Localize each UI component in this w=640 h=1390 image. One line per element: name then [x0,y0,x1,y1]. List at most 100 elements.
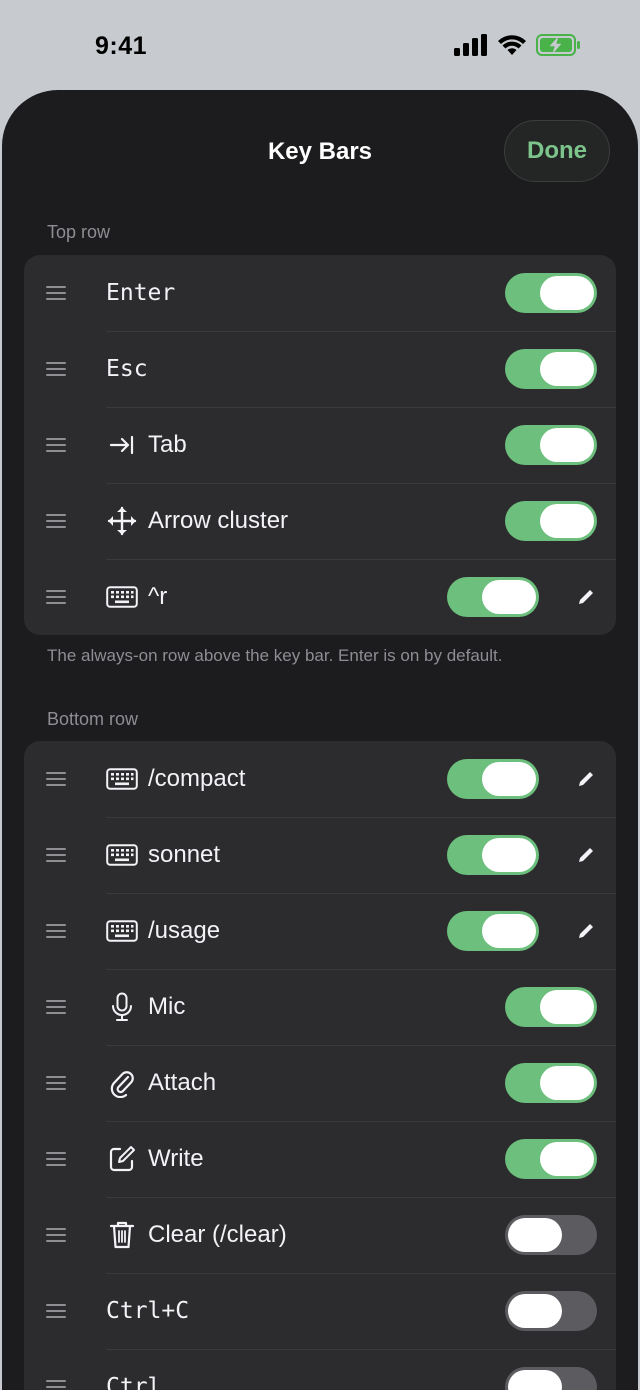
done-button[interactable]: Done [504,120,610,182]
key-row-content: /usage [106,893,220,969]
drag-handle-icon[interactable] [46,1000,66,1014]
key-label: Write [148,1145,204,1172]
tab-arrow-icon [106,429,138,461]
keyboard-icon [106,581,138,613]
drag-handle-icon[interactable] [46,590,66,604]
key-label: Ctrl [106,1374,162,1390]
paperclip-icon [106,1067,138,1099]
toggle-clear-clear[interactable] [505,1215,597,1255]
status-time: 9:41 [95,32,148,60]
status-bar: 9:41 [0,0,640,92]
toggle-usage[interactable] [447,911,539,951]
toggle-esc[interactable] [505,349,597,389]
toggle-knob [540,504,594,538]
toggle-enter[interactable] [505,273,597,313]
drag-handle-icon[interactable] [46,438,66,452]
move-arrows-icon [106,505,138,537]
signal-icon [454,34,487,56]
key-label: Attach [148,1069,217,1096]
toggle-attach[interactable] [505,1063,597,1103]
key-label: Arrow cluster [148,507,289,534]
toggle-sonnet[interactable] [447,835,539,875]
key-label: Esc [106,356,148,382]
top-row-footnote: The always-on row above the key bar. Ent… [47,646,503,665]
key-label: /usage [148,917,221,944]
toggle-knob [540,428,594,462]
key-row-compact: /compact [24,741,616,817]
pencil-icon[interactable] [572,917,600,945]
toggle-ctrl-c[interactable] [505,1291,597,1331]
top-row-section-label: Top row [47,222,111,242]
key-label: Enter [106,280,176,306]
toggle-knob [482,580,536,614]
key-row-tab: Tab [24,407,616,483]
toggle-knob [482,762,536,796]
drag-handle-icon[interactable] [46,1380,66,1390]
key-row-content: /compact [106,741,245,817]
key-row-content: Enter [106,255,175,331]
battery-charging-icon [536,34,580,56]
drag-handle-icon[interactable] [46,772,66,786]
toggle-write[interactable] [505,1139,597,1179]
key-row-content: Attach [106,1045,216,1121]
toggle-knob [482,914,536,948]
key-row-attach: Attach [24,1045,616,1121]
key-row-content: Clear (/clear) [106,1197,287,1273]
toggle-knob [508,1218,562,1252]
toggle-ctrl[interactable] [505,1367,597,1390]
key-row-content: Tab [106,407,187,483]
toggle-knob [540,276,594,310]
key-row-write: Write [24,1121,616,1197]
drag-handle-icon[interactable] [46,514,66,528]
key-row-usage: /usage [24,893,616,969]
key-label: sonnet [148,841,221,868]
sheet-header: Key Bars Done [2,90,638,215]
drag-handle-icon[interactable] [46,924,66,938]
toggle-knob [540,1142,594,1176]
key-bars-sheet: Key Bars Done Top row Enter Esc Tab Arrow c… [2,90,638,1390]
key-row-content: ^r [106,559,167,635]
key-label: Mic [148,993,186,1020]
compose-icon [106,1143,138,1175]
toggle-arrow-cluster[interactable] [505,501,597,541]
drag-handle-icon[interactable] [46,848,66,862]
drag-handle-icon[interactable] [46,362,66,376]
toggle-knob [508,1370,562,1390]
toggle-knob [508,1294,562,1328]
key-row-enter: Enter [24,255,616,331]
key-row-clear-clear: Clear (/clear) [24,1197,616,1273]
toggle-knob [540,1066,594,1100]
key-row-ctrl: Ctrl [24,1349,616,1390]
key-row-mic: Mic [24,969,616,1045]
keyboard-icon [106,763,138,795]
wifi-icon [498,35,526,55]
key-row-sonnet: sonnet [24,817,616,893]
drag-handle-icon[interactable] [46,1304,66,1318]
toggle-knob [482,838,536,872]
toggle-tab[interactable] [505,425,597,465]
key-row-content: Write [106,1121,204,1197]
keyboard-icon [106,839,138,871]
status-icons [454,34,582,56]
drag-handle-icon[interactable] [46,1152,66,1166]
keyboard-icon [106,915,138,947]
drag-handle-icon[interactable] [46,1076,66,1090]
bottom-row-list: /compact sonnet/usage Mic Attach Write Clear … [24,741,616,1390]
toggle-r[interactable] [447,577,539,617]
drag-handle-icon[interactable] [46,1228,66,1242]
pencil-icon[interactable] [572,841,600,869]
pencil-icon[interactable] [572,583,600,611]
toggle-compact[interactable] [447,759,539,799]
key-row-ctrl-c: Ctrl+C [24,1273,616,1349]
drag-handle-icon[interactable] [46,286,66,300]
key-label: Clear (/clear) [148,1221,287,1248]
key-label: Tab [148,431,187,458]
pencil-icon[interactable] [572,765,600,793]
key-row-arrow-cluster: Arrow cluster [24,483,616,559]
top-row-list: Enter Esc Tab Arrow cluster ^r [24,255,616,635]
key-row-content: Arrow cluster [106,483,288,559]
key-row-esc: Esc [24,331,616,407]
toggle-mic[interactable] [505,987,597,1027]
key-label: ^r [148,583,168,610]
mic-icon [106,991,138,1023]
